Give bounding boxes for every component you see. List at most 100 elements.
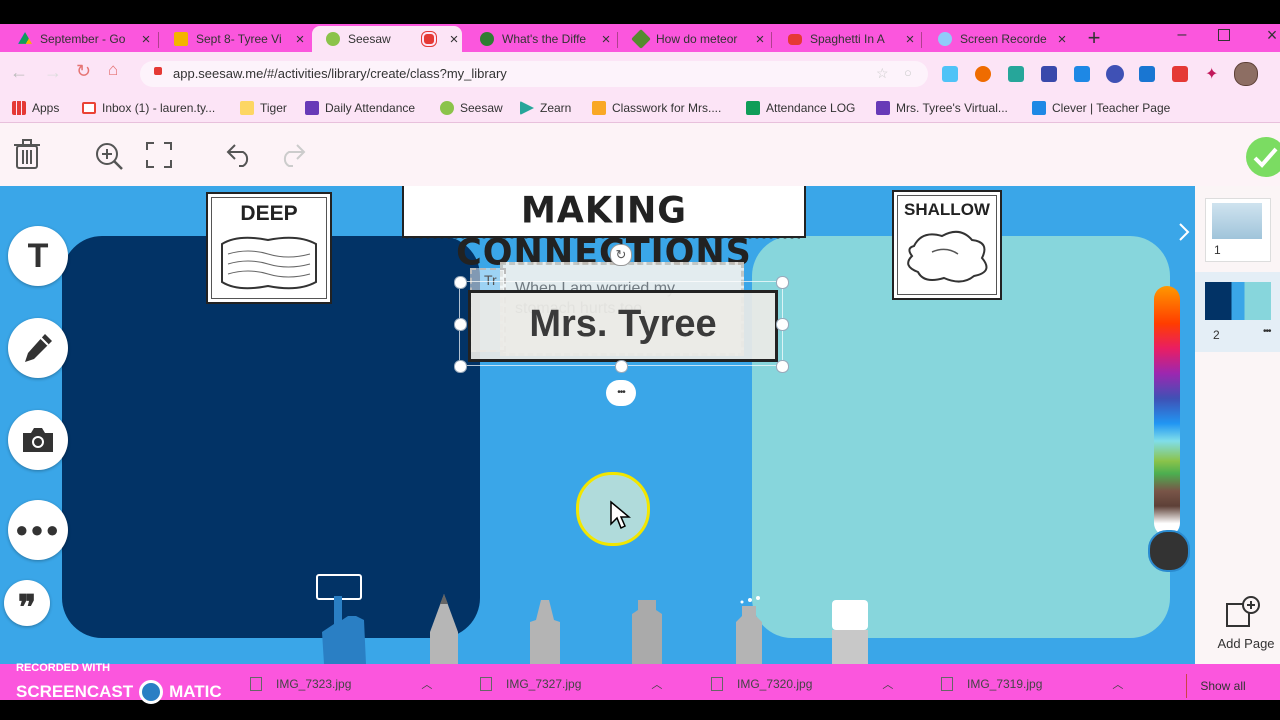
- resize-handle[interactable]: [776, 276, 789, 289]
- marker-tool[interactable]: [524, 598, 566, 664]
- download-filename: IMG_7327.jpg: [506, 677, 582, 691]
- zoom-icon[interactable]: ○: [904, 65, 912, 80]
- download-item[interactable]: IMG_7319.jpg ︿: [941, 672, 1123, 696]
- resize-handle[interactable]: [615, 360, 628, 373]
- seesaw-icon: [440, 101, 454, 115]
- forward-arrow-icon[interactable]: →: [44, 62, 62, 83]
- bookmark-tiger[interactable]: Tiger: [240, 94, 287, 122]
- bookmark-star-icon[interactable]: ☆: [876, 65, 889, 82]
- show-all-button[interactable]: Show all: [1186, 674, 1259, 698]
- resize-handle[interactable]: [454, 318, 467, 331]
- close-icon[interactable]: ×: [446, 31, 462, 48]
- close-icon[interactable]: ×: [138, 31, 154, 48]
- add-page-button[interactable]: Add Page: [1195, 586, 1280, 664]
- restore-icon[interactable]: [1218, 29, 1230, 41]
- resize-handle[interactable]: [454, 360, 467, 373]
- page-thumbnail-1[interactable]: 1: [1205, 198, 1271, 262]
- selected-color-swatch[interactable]: [1148, 530, 1190, 572]
- page-thumbnail-2-selected[interactable]: 2 •••: [1195, 272, 1280, 352]
- extension-icon[interactable]: [1172, 66, 1188, 82]
- reload-icon[interactable]: ↻: [76, 61, 91, 82]
- omnibox[interactable]: app.seesaw.me/#/activities/library/creat…: [140, 61, 928, 87]
- rotate-icon[interactable]: ↻: [610, 244, 632, 266]
- bookmark-clever[interactable]: Clever | Teacher Page: [1032, 94, 1170, 122]
- download-filename: IMG_7323.jpg: [276, 677, 352, 691]
- extension-icon[interactable]: [1139, 66, 1155, 82]
- window-close-icon[interactable]: ×: [1264, 25, 1280, 47]
- download-item[interactable]: IMG_7323.jpg ︿: [250, 672, 432, 696]
- drawing-canvas[interactable]: DEEP MAKING CONNECTIONS SHALLOW When I a…: [0, 186, 1195, 664]
- tab-5[interactable]: How do meteor ×: [620, 26, 768, 52]
- editor-toolbar: [0, 123, 1280, 186]
- tab-separator: [617, 32, 618, 48]
- spray-tool[interactable]: [728, 596, 770, 664]
- bookmark-inbox[interactable]: Inbox (1) - lauren.ty...: [82, 94, 215, 122]
- quote-tool-button[interactable]: ❞: [4, 580, 50, 626]
- bookmark-seesaw[interactable]: Seesaw: [440, 94, 503, 122]
- pen-tool-button[interactable]: [8, 318, 68, 378]
- close-icon[interactable]: ×: [598, 31, 614, 48]
- tab-2[interactable]: Sept 8- Tyree Vi ×: [160, 26, 308, 52]
- bookmark-attendance-log[interactable]: Attendance LOG: [746, 94, 855, 122]
- redo-icon[interactable]: [278, 143, 306, 167]
- undo-icon[interactable]: [226, 143, 254, 167]
- eraser-tool[interactable]: [830, 598, 870, 664]
- bookmark-label: Mrs. Tyree's Virtual...: [896, 101, 1008, 115]
- bookmark-zearn[interactable]: Zearn: [520, 94, 571, 122]
- back-arrow-icon[interactable]: ←: [10, 62, 28, 83]
- page-menu-icon[interactable]: •••: [1263, 326, 1271, 337]
- minimize-icon[interactable]: –: [1172, 26, 1192, 48]
- extension-icon[interactable]: [1074, 66, 1090, 82]
- chevron-up-icon[interactable]: ︿: [651, 676, 662, 692]
- home-icon[interactable]: ⌂: [108, 60, 118, 80]
- trash-icon[interactable]: [14, 139, 40, 169]
- highlighter-tool[interactable]: [626, 598, 668, 664]
- new-tab-plus-icon[interactable]: +: [1082, 26, 1106, 50]
- done-check-button[interactable]: [1246, 137, 1280, 177]
- brand-right: MATIC: [169, 682, 222, 701]
- extension-icon[interactable]: [975, 66, 991, 82]
- extension-icon[interactable]: [1008, 66, 1024, 82]
- chevron-up-icon[interactable]: ︿: [882, 676, 893, 692]
- puzzle-icon[interactable]: ✦: [1205, 64, 1218, 84]
- resize-handle[interactable]: [776, 360, 789, 373]
- chevron-up-icon[interactable]: ︿: [1112, 676, 1123, 692]
- seesaw-icon: [326, 32, 340, 46]
- shallow-card[interactable]: SHALLOW: [892, 190, 1002, 300]
- resize-handle[interactable]: [776, 318, 789, 331]
- bookmark-classwork[interactable]: Classwork for Mrs....: [592, 94, 721, 122]
- close-icon[interactable]: ×: [1054, 31, 1070, 48]
- color-palette-strip[interactable]: [1154, 286, 1180, 536]
- bookmark-virtual[interactable]: Mrs. Tyree's Virtual...: [876, 94, 1008, 122]
- puddle-icon: [907, 230, 988, 283]
- avatar[interactable]: [1234, 62, 1258, 86]
- extension-icon[interactable]: [1041, 66, 1057, 82]
- extension-icon[interactable]: [1106, 65, 1124, 83]
- more-options-button[interactable]: •••: [606, 380, 636, 406]
- chevron-right-icon[interactable]: [1177, 222, 1191, 242]
- tab-1[interactable]: September - Go ×: [4, 26, 154, 52]
- more-tools-button[interactable]: ●●●: [8, 500, 68, 560]
- close-icon[interactable]: ×: [902, 31, 918, 48]
- text-tool-button[interactable]: T: [8, 226, 68, 286]
- close-icon[interactable]: ×: [292, 31, 308, 48]
- bookmark-apps[interactable]: Apps: [12, 94, 59, 122]
- download-item[interactable]: IMG_7327.jpg ︿: [480, 672, 662, 696]
- fullscreen-icon[interactable]: [146, 142, 172, 168]
- camera-tool-button[interactable]: [8, 410, 68, 470]
- zoom-in-icon[interactable]: [94, 141, 124, 171]
- tab-4[interactable]: What's the Diffe ×: [466, 26, 614, 52]
- tab-6[interactable]: Spaghetti In A ×: [774, 26, 918, 52]
- tab-3-active[interactable]: Seesaw ×: [312, 26, 462, 52]
- chevron-up-icon[interactable]: ︿: [421, 676, 432, 692]
- bookmark-daily-attendance[interactable]: Daily Attendance: [305, 94, 415, 122]
- resize-handle[interactable]: [454, 276, 467, 289]
- close-icon[interactable]: ×: [752, 31, 768, 48]
- extension-icon[interactable]: [942, 66, 958, 82]
- title-banner[interactable]: MAKING CONNECTIONS: [402, 186, 806, 274]
- deep-card[interactable]: DEEP: [206, 192, 332, 304]
- hand-select-tool[interactable]: [318, 586, 370, 664]
- download-item[interactable]: IMG_7320.jpg ︿: [711, 672, 893, 696]
- tab-7[interactable]: Screen Recorde ×: [924, 26, 1070, 52]
- pencil-tool[interactable]: [424, 592, 464, 664]
